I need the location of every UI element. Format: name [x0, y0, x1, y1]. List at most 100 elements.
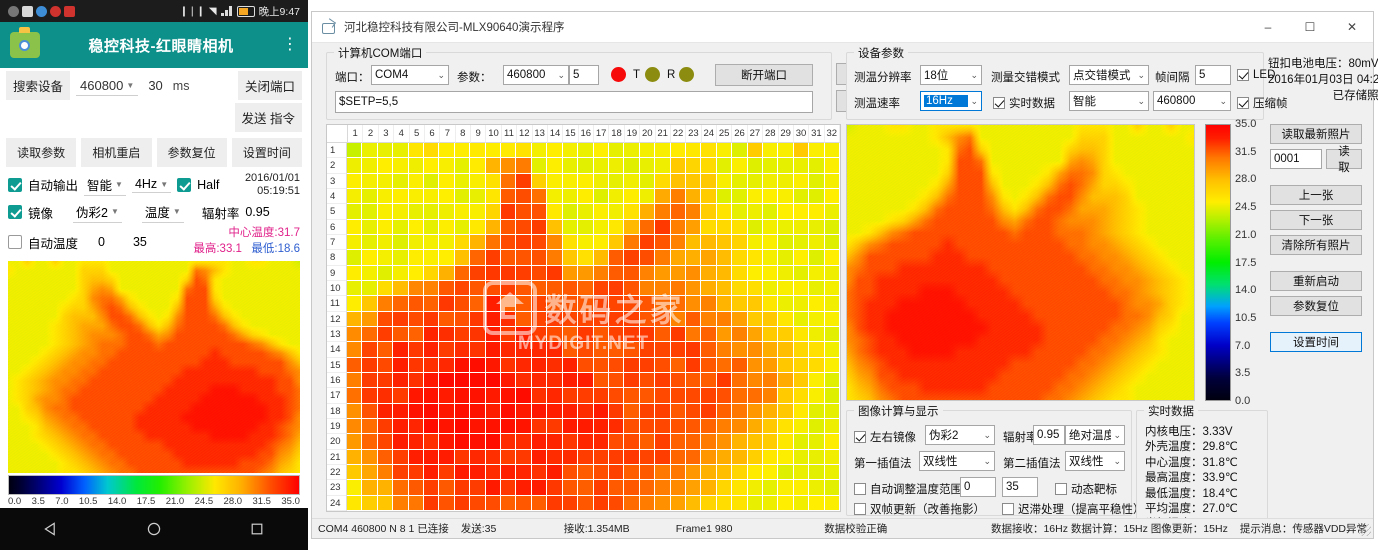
grid-cell[interactable]: [347, 174, 362, 189]
grid-cell[interactable]: [701, 204, 716, 219]
mirror-checkbox[interactable]: [854, 431, 866, 443]
grid-cell[interactable]: [501, 296, 516, 311]
grid-cell[interactable]: [732, 143, 747, 158]
grid-cell[interactable]: [516, 174, 531, 189]
grid-cell[interactable]: [393, 465, 408, 480]
grid-cell[interactable]: [671, 388, 686, 403]
grid-row[interactable]: 19: [327, 419, 840, 434]
grid-row[interactable]: 1: [327, 143, 840, 158]
grid-cell[interactable]: [748, 281, 763, 296]
grid-cell[interactable]: [378, 143, 393, 158]
grid-cell[interactable]: [748, 342, 763, 357]
auto-range-checkbox-row[interactable]: 自动调整温度范围: [854, 481, 962, 497]
grid-cell[interactable]: [470, 342, 485, 357]
grid-cell[interactable]: [501, 496, 516, 511]
grid-cell[interactable]: [439, 496, 454, 511]
grid-cell[interactable]: [748, 220, 763, 235]
dynamic-target-checkbox-row[interactable]: 动态靶标: [1055, 481, 1117, 497]
grid-cell[interactable]: [732, 465, 747, 480]
grid-cell[interactable]: [701, 312, 716, 327]
grid-cell[interactable]: [701, 342, 716, 357]
grid-cell[interactable]: [501, 174, 516, 189]
grid-cell[interactable]: [393, 327, 408, 342]
grid-cell[interactable]: [609, 327, 624, 342]
grid-cell[interactable]: [578, 327, 593, 342]
grid-cell[interactable]: [409, 250, 424, 265]
grid-cell[interactable]: [794, 189, 809, 204]
grid-cell[interactable]: [717, 220, 732, 235]
grid-cell[interactable]: [455, 189, 470, 204]
grid-cell[interactable]: [655, 388, 670, 403]
grid-cell[interactable]: [547, 388, 562, 403]
grid-cell[interactable]: [347, 158, 362, 173]
grid-cell[interactable]: [501, 204, 516, 219]
grid-cell[interactable]: [809, 388, 824, 403]
grid-cell[interactable]: [409, 266, 424, 281]
grid-cell[interactable]: [578, 342, 593, 357]
grid-cell[interactable]: [532, 465, 547, 480]
port-combo[interactable]: COM4 ⌄: [371, 65, 449, 85]
grid-cell[interactable]: [424, 220, 439, 235]
grid-cell[interactable]: [393, 204, 408, 219]
grid-cell[interactable]: [825, 358, 840, 373]
grid-cell[interactable]: [378, 419, 393, 434]
grid-cell[interactable]: [763, 235, 778, 250]
grid-cell[interactable]: [686, 496, 701, 511]
grid-cell[interactable]: [794, 465, 809, 480]
grid-cell[interactable]: [455, 158, 470, 173]
grid-cell[interactable]: [516, 434, 531, 449]
grid-cell[interactable]: [378, 220, 393, 235]
baud-combo[interactable]: 460800 ⌄: [503, 65, 569, 85]
grid-cell[interactable]: [825, 327, 840, 342]
grid-cell[interactable]: [362, 266, 377, 281]
grid-cell[interactable]: [378, 450, 393, 465]
grid-cell[interactable]: [778, 235, 793, 250]
grid-cell[interactable]: [671, 143, 686, 158]
grid-cell[interactable]: [532, 143, 547, 158]
grid-cell[interactable]: [640, 465, 655, 480]
grid-cell[interactable]: [516, 342, 531, 357]
grid-cell[interactable]: [347, 465, 362, 480]
grid-cell[interactable]: [393, 404, 408, 419]
grid-cell[interactable]: [825, 296, 840, 311]
grid-cell[interactable]: [378, 174, 393, 189]
grid-cell[interactable]: [424, 434, 439, 449]
grid-cell[interactable]: [378, 266, 393, 281]
grid-cell[interactable]: [532, 404, 547, 419]
grid-cell[interactable]: [701, 465, 716, 480]
grid-cell[interactable]: [455, 312, 470, 327]
grid-cell[interactable]: [701, 388, 716, 403]
grid-row[interactable]: 20: [327, 434, 840, 449]
grid-cell[interactable]: [640, 404, 655, 419]
grid-cell[interactable]: [640, 373, 655, 388]
grid-cell[interactable]: [778, 496, 793, 511]
grid-cell[interactable]: [547, 174, 562, 189]
grid-cell[interactable]: [470, 327, 485, 342]
home-icon[interactable]: [146, 521, 162, 537]
grid-cell[interactable]: [748, 266, 763, 281]
grid-cell[interactable]: [825, 450, 840, 465]
grid-cell[interactable]: [717, 174, 732, 189]
grid-cell[interactable]: [671, 419, 686, 434]
grid-cell[interactable]: [794, 480, 809, 495]
grid-cell[interactable]: [455, 220, 470, 235]
grid-cell[interactable]: [763, 220, 778, 235]
grid-cell[interactable]: [409, 358, 424, 373]
grid-cell[interactable]: [701, 358, 716, 373]
grid-cell[interactable]: [563, 204, 578, 219]
grid-cell[interactable]: [393, 373, 408, 388]
grid-cell[interactable]: [809, 204, 824, 219]
grid-cell[interactable]: [455, 143, 470, 158]
grid-cell[interactable]: [439, 250, 454, 265]
grid-cell[interactable]: [655, 312, 670, 327]
grid-cell[interactable]: [809, 312, 824, 327]
grid-cell[interactable]: [547, 296, 562, 311]
grid-cell[interactable]: [594, 296, 609, 311]
disconnect-port-button[interactable]: 断开端口: [715, 64, 813, 86]
half-checkbox[interactable]: [177, 178, 191, 192]
grid-cell[interactable]: [409, 174, 424, 189]
set-time-button[interactable]: 设置时间: [1270, 332, 1362, 352]
grid-cell[interactable]: [455, 419, 470, 434]
grid-cell[interactable]: [794, 496, 809, 511]
grid-cell[interactable]: [563, 296, 578, 311]
